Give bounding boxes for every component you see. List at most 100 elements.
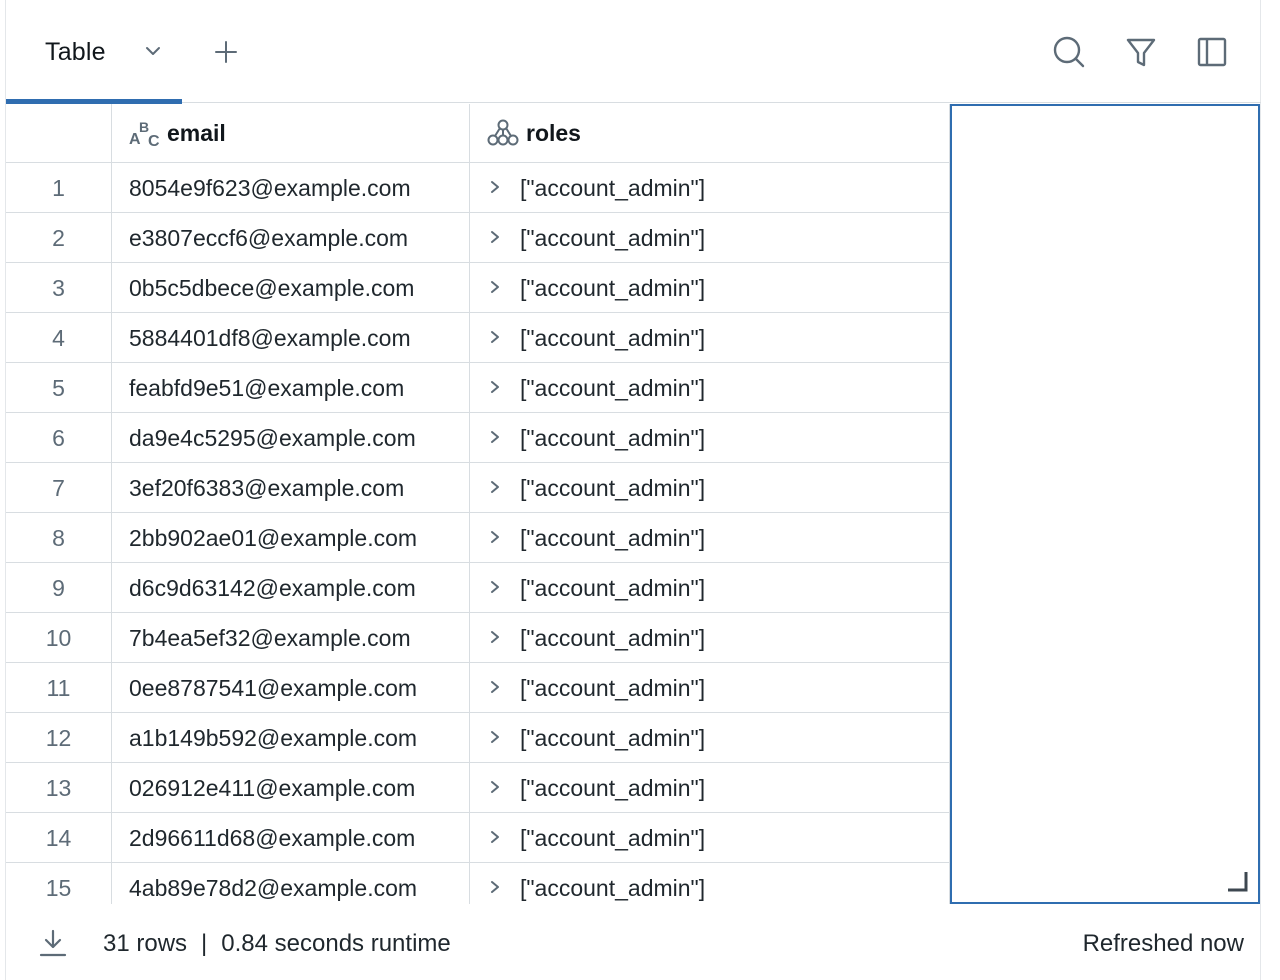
download-icon[interactable] xyxy=(38,928,68,958)
chevron-right-icon[interactable] xyxy=(488,629,502,645)
table-row[interactable]: 10 7b4ea5ef32@example.com ["account_admin"… xyxy=(6,613,950,663)
roles-cell[interactable]: ["account_admin"] xyxy=(470,663,950,712)
roles-cell[interactable]: ["account_admin"] xyxy=(470,213,950,262)
roles-value: ["account_admin"] xyxy=(520,475,706,501)
roles-cell[interactable]: ["account_admin"] xyxy=(470,763,950,812)
chevron-right-icon[interactable] xyxy=(488,879,502,895)
results-footer: 31 rows | 0.84 seconds runtime Refreshed n… xyxy=(6,904,1261,980)
table-row[interactable]: 4 5884401df8@example.com ["account_admin"] xyxy=(6,313,950,363)
row-index: 7 xyxy=(6,463,112,512)
row-index: 13 xyxy=(6,763,112,812)
table-row[interactable]: 8 2bb902ae01@example.com ["account_admin"] xyxy=(6,513,950,563)
tab-table-label: Table xyxy=(45,38,106,66)
roles-value: ["account_admin"] xyxy=(520,375,706,401)
roles-cell[interactable]: ["account_admin"] xyxy=(470,463,950,512)
chevron-right-icon[interactable] xyxy=(488,379,502,395)
row-index: 14 xyxy=(6,813,112,862)
email-cell[interactable]: 8054e9f623@example.com xyxy=(112,163,470,212)
email-cell[interactable]: 026912e411@example.com xyxy=(112,763,470,812)
roles-cell[interactable]: ["account_admin"] xyxy=(470,263,950,312)
chevron-right-icon[interactable] xyxy=(488,579,502,595)
roles-value: ["account_admin"] xyxy=(520,325,706,351)
add-tab-icon[interactable] xyxy=(212,38,240,66)
chevron-right-icon[interactable] xyxy=(488,429,502,445)
table-row[interactable]: 3 0b5c5dbece@example.com ["account_admin"] xyxy=(6,263,950,313)
roles-cell[interactable]: ["account_admin"] xyxy=(470,813,950,862)
runtime: 0.84 seconds runtime xyxy=(221,930,451,957)
roles-value: ["account_admin"] xyxy=(520,825,706,851)
results-table: A B C email roles 1 8054e9f623@example.co… xyxy=(6,104,950,904)
email-cell[interactable]: d6c9d63142@example.com xyxy=(112,563,470,612)
sidebar-panel-icon[interactable] xyxy=(1194,34,1230,70)
email-cell[interactable]: 2bb902ae01@example.com xyxy=(112,513,470,562)
email-cell[interactable]: 7b4ea5ef32@example.com xyxy=(112,613,470,662)
row-index: 11 xyxy=(6,663,112,712)
roles-value: ["account_admin"] xyxy=(520,625,706,651)
roles-cell[interactable]: ["account_admin"] xyxy=(470,613,950,662)
string-type-icon: A B C xyxy=(129,119,160,148)
chevron-right-icon[interactable] xyxy=(488,279,502,295)
chevron-right-icon[interactable] xyxy=(488,479,502,495)
summary-separator: | xyxy=(201,930,208,957)
chevron-right-icon[interactable] xyxy=(488,179,502,195)
chevron-right-icon[interactable] xyxy=(488,529,502,545)
results-panel: Table A B C email roles 1 8054e9f623@exa… xyxy=(5,0,1261,980)
email-cell[interactable]: 2d96611d68@example.com xyxy=(112,813,470,862)
results-summary: 31 rows | 0.84 seconds runtime xyxy=(103,930,451,958)
email-cell[interactable]: 4ab89e78d2@example.com xyxy=(112,863,470,904)
roles-cell[interactable]: ["account_admin"] xyxy=(470,363,950,412)
roles-cell[interactable]: ["account_admin"] xyxy=(470,313,950,362)
chevron-right-icon[interactable] xyxy=(488,779,502,795)
table-row[interactable]: 12 a1b149b592@example.com ["account_admin"… xyxy=(6,713,950,763)
resize-handle-icon[interactable] xyxy=(1226,870,1248,892)
svg-text:C: C xyxy=(148,133,160,148)
email-cell[interactable]: 0ee8787541@example.com xyxy=(112,663,470,712)
roles-value: ["account_admin"] xyxy=(520,725,706,751)
roles-cell[interactable]: ["account_admin"] xyxy=(470,513,950,562)
table-row[interactable]: 15 4ab89e78d2@example.com ["account_admin"… xyxy=(6,863,950,904)
email-cell[interactable]: 3ef20f6383@example.com xyxy=(112,463,470,512)
refreshed-status: Refreshed now xyxy=(1082,930,1244,957)
row-index: 5 xyxy=(6,363,112,412)
chevron-down-icon[interactable] xyxy=(142,40,164,62)
email-cell[interactable]: 0b5c5dbece@example.com xyxy=(112,263,470,312)
table-row[interactable]: 9 d6c9d63142@example.com ["account_admin"] xyxy=(6,563,950,613)
roles-cell[interactable]: ["account_admin"] xyxy=(470,413,950,462)
row-count: 31 rows xyxy=(103,930,188,957)
table-row[interactable]: 6 da9e4c5295@example.com ["account_admin"] xyxy=(6,413,950,463)
row-index-header xyxy=(6,104,112,162)
table-row[interactable]: 1 8054e9f623@example.com ["account_admin"] xyxy=(6,163,950,213)
roles-value: ["account_admin"] xyxy=(520,675,706,701)
table-row[interactable]: 7 3ef20f6383@example.com ["account_admin"] xyxy=(6,463,950,513)
chevron-right-icon[interactable] xyxy=(488,729,502,745)
email-cell[interactable]: 5884401df8@example.com xyxy=(112,313,470,362)
chevron-right-icon[interactable] xyxy=(488,229,502,245)
email-cell[interactable]: a1b149b592@example.com xyxy=(112,713,470,762)
tab-table[interactable]: Table xyxy=(6,0,182,104)
search-icon[interactable] xyxy=(1051,34,1087,70)
roles-value: ["account_admin"] xyxy=(520,575,706,601)
column-header-email[interactable]: A B C email xyxy=(112,104,470,162)
table-row[interactable]: 2 e3807eccf6@example.com ["account_admin"] xyxy=(6,213,950,263)
roles-cell[interactable]: ["account_admin"] xyxy=(470,163,950,212)
chevron-right-icon[interactable] xyxy=(488,329,502,345)
roles-cell[interactable]: ["account_admin"] xyxy=(470,713,950,762)
roles-value: ["account_admin"] xyxy=(520,425,706,451)
filter-icon[interactable] xyxy=(1123,34,1159,70)
email-cell[interactable]: e3807eccf6@example.com xyxy=(112,213,470,262)
roles-cell[interactable]: ["account_admin"] xyxy=(470,863,950,904)
table-row[interactable]: 14 2d96611d68@example.com ["account_admin"… xyxy=(6,813,950,863)
table-row[interactable]: 13 026912e411@example.com ["account_admin"… xyxy=(6,763,950,813)
table-row[interactable]: 5 feabfd9e51@example.com ["account_admin"] xyxy=(6,363,950,413)
email-cell[interactable]: feabfd9e51@example.com xyxy=(112,363,470,412)
roles-cell[interactable]: ["account_admin"] xyxy=(470,563,950,612)
roles-value: ["account_admin"] xyxy=(520,275,706,301)
chevron-right-icon[interactable] xyxy=(488,829,502,845)
table-row[interactable]: 11 0ee8787541@example.com ["account_admin"… xyxy=(6,663,950,713)
struct-type-icon xyxy=(487,119,519,146)
row-index: 4 xyxy=(6,313,112,362)
column-header-roles[interactable]: roles xyxy=(470,104,950,162)
chevron-right-icon[interactable] xyxy=(488,679,502,695)
tab-bar: Table xyxy=(6,0,1261,104)
email-cell[interactable]: da9e4c5295@example.com xyxy=(112,413,470,462)
